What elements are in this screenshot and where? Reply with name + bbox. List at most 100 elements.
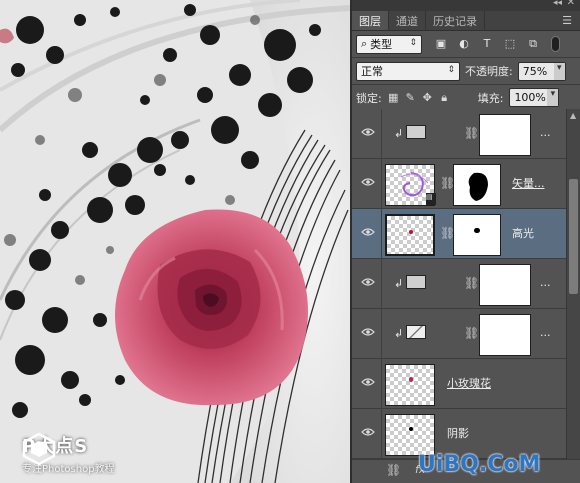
layer-name[interactable]: 高光: [512, 225, 534, 241]
panel-menu-icon[interactable]: ☰: [562, 14, 572, 27]
close-icon[interactable]: ✕: [567, 0, 575, 8]
layer-mask-thumbnail[interactable]: [479, 314, 531, 356]
eye-icon: [361, 177, 375, 187]
levels-adjustment-icon: [406, 125, 426, 139]
search-icon: ⌕: [361, 37, 368, 50]
link-icon[interactable]: ⛓︎: [464, 326, 479, 340]
lock-position-icon[interactable]: ✥: [422, 91, 433, 104]
lock-label: 锁定:: [356, 91, 382, 105]
blend-mode-dropdown[interactable]: 正常 ⇕: [356, 61, 460, 81]
thumb-dot: [474, 228, 480, 233]
eye-icon: [361, 427, 375, 437]
kind-filter-label: 类型: [370, 38, 393, 51]
fill-label: 填充:: [477, 91, 504, 105]
layers-panel: ◂◂ ✕ 图层 通道 历史记录 ☰ ⌕ 类型 ⇕ ▣ ◐ T ⬚ ⧉ 正常 ⇕ …: [350, 0, 580, 483]
visibility-toggle[interactable]: [352, 209, 382, 259]
lock-all-icon[interactable]: 🔒︎: [439, 91, 450, 105]
site-watermark: P大点S 专注Photoshop教程: [22, 432, 115, 475]
clipping-arrow-icon: ↲: [394, 127, 404, 140]
smart-object-filter-icon[interactable]: ⧉: [526, 38, 540, 50]
levels-adjustment-icon: [406, 275, 426, 289]
eye-icon: [361, 377, 375, 387]
curves-adjustment-icon: [406, 325, 426, 339]
cube-logo-icon: [22, 432, 56, 466]
layer-thumbnail[interactable]: ▤: [385, 164, 436, 206]
eye-icon: [361, 227, 375, 237]
layer-name[interactable]: 小玫瑰花: [447, 375, 491, 391]
layer-kind-filter[interactable]: ⌕ 类型 ⇕: [356, 34, 422, 54]
chevron-updown-icon: ⇕: [409, 37, 417, 48]
eye-icon: [361, 277, 375, 287]
filter-icons: ▣ ◐ T ⬚ ⧉: [434, 36, 560, 52]
filter-row: ⌕ 类型 ⇕ ▣ ◐ T ⬚ ⧉: [352, 31, 580, 57]
adjustment-filter-icon[interactable]: ◐: [457, 38, 471, 50]
layer-thumbnail[interactable]: [385, 214, 435, 256]
opacity-input[interactable]: 75% ▾: [517, 61, 566, 81]
fill-input[interactable]: 100% ▾: [509, 88, 560, 107]
layer-name[interactable]: ...: [540, 276, 551, 289]
opacity-value: 75%: [522, 64, 548, 78]
thumb-dot: [409, 377, 413, 382]
thumb-dot: [409, 427, 413, 431]
panel-tabs: 图层 通道 历史记录 ☰: [352, 11, 580, 31]
layer-thumbnail[interactable]: [385, 414, 435, 456]
layer-row[interactable]: ▤ ⛓︎ 矢量...: [352, 159, 566, 209]
smart-object-badge-icon: ▤: [426, 193, 436, 205]
layer-name[interactable]: ...: [540, 126, 551, 139]
visibility-toggle[interactable]: [352, 309, 382, 359]
visibility-toggle[interactable]: [352, 409, 382, 459]
blend-mode-value: 正常: [361, 65, 383, 78]
layer-row-selected[interactable]: ⛓︎ 高光: [352, 209, 566, 259]
clipping-arrow-icon: ↲: [394, 277, 404, 290]
layer-row[interactable]: ↲ ⛓︎ ...: [352, 309, 566, 359]
lock-row: 锁定: ▦ ✎ ✥ 🔒︎ 填充: 100% ▾: [352, 85, 580, 110]
layer-mask-thumbnail[interactable]: [479, 264, 531, 306]
shape-filter-icon[interactable]: ⬚: [503, 38, 517, 50]
layers-list: ↲ ⛓︎ ... ▤ ⛓︎ 矢量... ⛓︎ 高光 ↲ ⛓︎ ... ↲ ⛓︎ …: [352, 109, 566, 459]
chevron-down-icon[interactable]: ▾: [547, 89, 559, 106]
eye-icon: [361, 327, 375, 337]
layers-scrollbar[interactable]: ▲: [566, 109, 580, 459]
eye-icon: [361, 127, 375, 137]
layer-name[interactable]: 阴影: [447, 425, 469, 441]
visibility-toggle[interactable]: [352, 259, 382, 309]
chevron-down-icon[interactable]: ▾: [553, 62, 565, 80]
layer-name[interactable]: ...: [540, 326, 551, 339]
type-filter-icon[interactable]: T: [480, 38, 494, 50]
tab-history[interactable]: 历史记录: [426, 11, 485, 30]
canvas-artwork: [0, 0, 350, 483]
visibility-toggle[interactable]: [352, 159, 382, 209]
filter-toggle[interactable]: [551, 36, 560, 52]
lock-transparent-icon[interactable]: ▦: [388, 91, 399, 104]
opacity-label: 不透明度:: [465, 65, 513, 78]
tab-layers[interactable]: 图层: [352, 11, 389, 30]
blend-row: 正常 ⇕ 不透明度: 75% ▾: [352, 58, 580, 84]
layer-row[interactable]: ↲ ⛓︎ ...: [352, 259, 566, 309]
link-layers-icon[interactable]: ⛓︎: [386, 463, 401, 477]
lock-image-icon[interactable]: ✎: [405, 91, 416, 104]
link-icon[interactable]: ⛓︎: [464, 126, 479, 140]
scroll-up-icon[interactable]: ▲: [570, 111, 576, 120]
visibility-toggle[interactable]: [352, 359, 382, 409]
document-canvas[interactable]: P大点S 专注Photoshop教程: [0, 0, 350, 483]
panel-titlebar: ◂◂ ✕: [352, 0, 580, 11]
chevron-updown-icon: ⇕: [447, 64, 455, 75]
fill-value: 100%: [514, 91, 546, 104]
layer-mask-thumbnail[interactable]: [479, 114, 531, 156]
layer-thumbnail[interactable]: [385, 364, 435, 406]
layer-mask-thumbnail[interactable]: [453, 214, 501, 256]
scrollbar-thumb[interactable]: [569, 179, 578, 294]
layer-name[interactable]: 矢量...: [512, 175, 545, 191]
mask-shape-art: [468, 172, 488, 201]
clipping-arrow-icon: ↲: [394, 327, 404, 340]
collapse-icon[interactable]: ◂◂: [553, 0, 562, 8]
link-icon[interactable]: ⛓︎: [464, 276, 479, 290]
site-logo-watermark: UiBQ.CoM: [418, 452, 540, 477]
thumb-dot: [409, 230, 413, 234]
layer-row[interactable]: 小玫瑰花: [352, 359, 566, 409]
pixel-filter-icon[interactable]: ▣: [434, 38, 448, 50]
layer-mask-thumbnail[interactable]: [453, 164, 501, 206]
visibility-toggle[interactable]: [352, 109, 382, 159]
layer-row[interactable]: ↲ ⛓︎ ...: [352, 109, 566, 159]
tab-channels[interactable]: 通道: [389, 11, 426, 30]
